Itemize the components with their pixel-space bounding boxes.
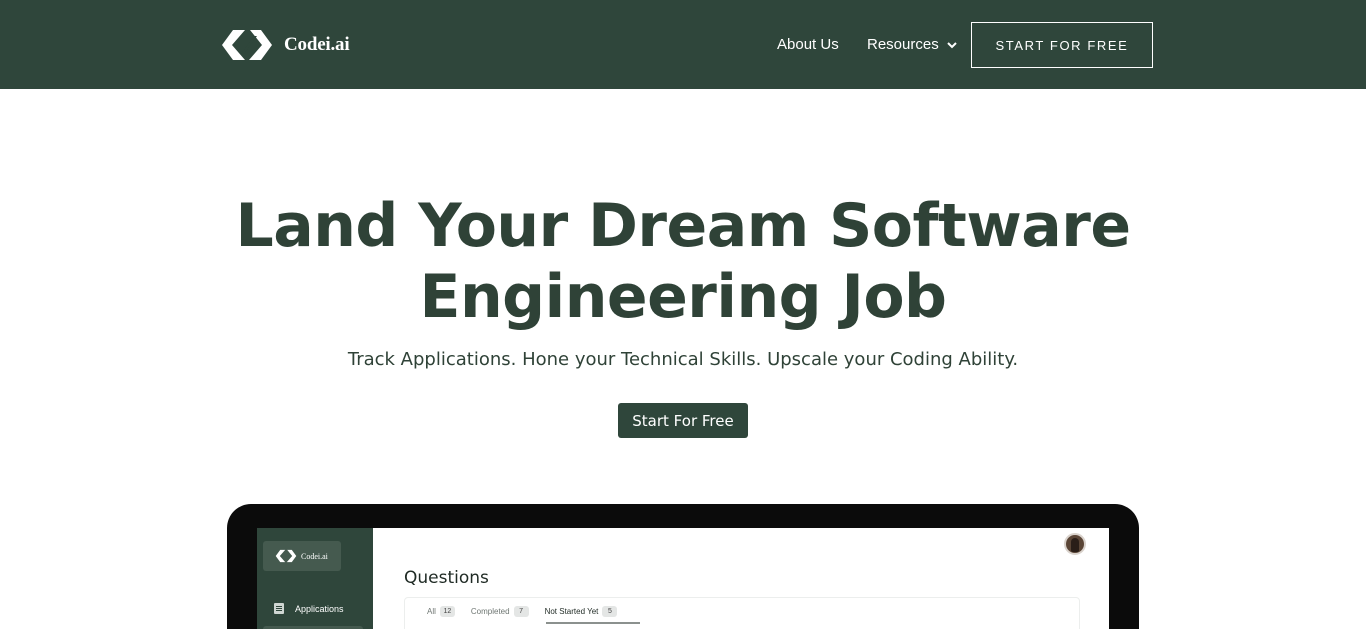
nav-resources-label: Resources [867, 36, 939, 53]
app-preview-tab-completed: Completed 7 [471, 604, 529, 618]
brand-home-link[interactable]: Codei.ai [221, 28, 350, 62]
codei-logo-icon [222, 30, 272, 60]
document-icon [274, 603, 284, 614]
app-preview-sidebar-item-applications: Applications [274, 603, 344, 614]
tab-count-badge: 7 [513, 605, 529, 617]
app-preview-tab-not-started: Not Started Yet 5 [545, 604, 618, 618]
active-tab-underline [546, 622, 640, 624]
app-preview-page-title: Questions [404, 568, 489, 588]
app-preview-screen: Codei.ai Applications Questions All 12 C… [257, 528, 1109, 629]
codei-logo-icon [275, 549, 297, 563]
app-preview-tab-all: All 12 [427, 604, 455, 618]
tab-count-badge: 12 [439, 605, 455, 617]
avatar [1064, 533, 1086, 555]
app-preview-sidebar-label: Applications [295, 603, 344, 614]
app-preview-brand-name: Codei.ai [301, 551, 328, 561]
hero-title: Land Your Dream Software Engineering Job [0, 191, 1366, 333]
nav-resources-dropdown[interactable]: Resources [867, 36, 958, 53]
tab-label: All [427, 606, 436, 616]
nav-about-us-link[interactable]: About Us [777, 36, 839, 53]
tab-label: Completed [470, 606, 510, 616]
top-navbar: Codei.ai About Us Resources START FOR FR… [0, 0, 1366, 89]
app-preview-sidebar: Codei.ai Applications [257, 528, 373, 629]
app-preview-main: Questions All 12 Completed 7 Not Started… [373, 528, 1109, 629]
chevron-down-icon [946, 41, 957, 48]
tab-label: Not Started Yet [544, 606, 599, 616]
brand-name: Codei.ai [284, 34, 350, 55]
hero-title-line-2: Engineering Job [419, 262, 947, 332]
start-for-free-hero-button[interactable]: Start For Free [618, 403, 748, 438]
hero-title-line-1: Land Your Dream Software [235, 191, 1131, 261]
app-preview-tabs-card: All 12 Completed 7 Not Started Yet 5 [404, 597, 1080, 629]
start-for-free-nav-button[interactable]: START FOR FREE [971, 22, 1153, 68]
tab-count-badge: 5 [602, 605, 618, 617]
app-preview-brand: Codei.ai [263, 541, 341, 571]
app-preview-tabs: All 12 Completed 7 Not Started Yet 5 [427, 604, 633, 618]
hero-subtitle: Track Applications. Hone your Technical … [347, 349, 1019, 370]
